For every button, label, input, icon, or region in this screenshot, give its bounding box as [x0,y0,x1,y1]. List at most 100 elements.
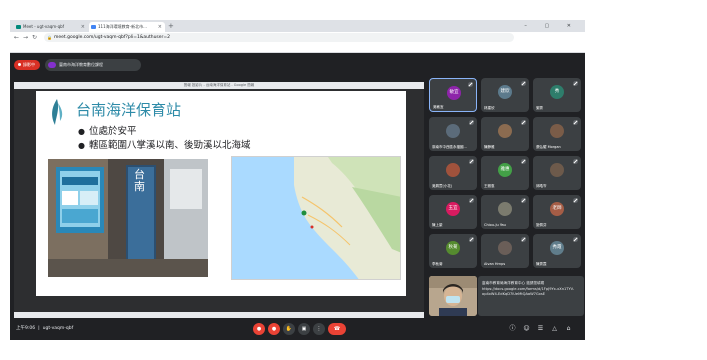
participant-tile[interactable]: 敏宜 吳敏宜 [429,78,477,112]
lock-icon: 🔒 [47,35,52,40]
address-bar[interactable]: 🔒 meet.google.com/ugt-vaqm-qbf?pli=1&aut… [44,33,514,42]
station-photo: 台南 [48,159,208,277]
bookmark-item[interactable]: Airtable [520,52,540,53]
bookmark-item[interactable]: 臺南市教育網... [373,52,404,53]
reload-icon[interactable]: ↻ [32,32,37,43]
recording-dot-icon [18,63,21,66]
recording-label: 錄影中 [23,62,35,67]
participant-tile[interactable]: 陳靜雅 [481,117,529,151]
mic-off-icon [468,82,473,87]
bookmark-item[interactable]: 縣市網路 [409,52,429,53]
meet-bottom-bar: 上午9:06 | ugt-vaqm-qbf ● ● ✋ ▣ ⋮ ☎ ⓘ ☺ ☰ △ … [10,318,585,340]
bookmark-item[interactable]: 臺南市政府資訊... [241,52,276,53]
new-tab-button[interactable]: + [168,20,174,32]
participant-tile[interactable]: 秀霞陳秀霞 [533,234,581,268]
live-label: 臺南市海洋教育數位課程 [59,62,103,67]
people-icon[interactable]: ☺ [522,324,531,333]
back-icon[interactable]: ← [14,32,19,43]
bookmark-item[interactable]: Free Google Slide... [435,52,476,53]
participant-name: 陳秀霞 [536,262,547,266]
browser-tab-strip: Meet - ugt-vaqm-qbf × 111海洋環境教育-新北市... ×… [10,20,585,32]
live-icon [48,62,56,68]
avatar: 老師 [550,202,564,216]
participant-tile[interactable]: 張弘耀 Morgan [533,117,581,151]
participant-tile[interactable]: 吳姵萱(小花) [429,156,477,190]
participant-tile[interactable]: Alvan Hrnps [481,234,529,268]
bookmark-item[interactable]: 高雄區第二分區... [159,52,194,53]
mic-off-icon [573,159,578,164]
participant-name: 陳靜雅 [484,145,495,149]
participant-tile[interactable]: 秀謝秀 [533,78,581,112]
presentation-area: 簡報 投影片 - 台南海洋保育站 - Google 簡報 台南海洋保育站 ● 位處… [14,82,424,320]
live-stream-badge[interactable]: 臺南市海洋教育數位課程 [45,59,141,71]
participant-tile[interactable]: 建欣 林建欣 [481,78,529,112]
bookmark-item[interactable]: Facebook [280,52,303,53]
bookmark-item[interactable]: 臺南市數位學習... [480,52,515,53]
bookmark-item[interactable]: Google 地圖 [84,52,111,53]
notification-text: 臺南市教育局海洋教育中心 邀請您填寫 https://docs.google.c… [482,281,575,296]
forms-favicon-icon [91,25,96,29]
avatar [550,163,564,177]
bookmark-item[interactable]: Sun ext - Yahoo... [199,52,236,53]
bookmark-item[interactable]: 臺南市政府教育... [308,52,343,53]
map-image [231,156,401,280]
browser-tab-forms[interactable]: 111海洋環境教育-新北市... × [89,22,165,32]
browser-tab-meet[interactable]: Meet - ugt-vaqm-qbf × [14,22,88,32]
bookmark-item[interactable]: 臺南市立鹽行國中... [116,52,154,53]
chat-icon[interactable]: ☰ [536,324,545,333]
participant-tile[interactable]: 玉宜 陳上豪 [429,195,477,229]
slide: 台南海洋保育站 ● 位處於安平 ● 轄區範圍八掌溪以南、後勁溪以北海域 台南 [36,91,406,296]
participant-tile[interactable]: 老師施佩芬 [533,195,581,229]
address-text: meet.google.com/ugt-vaqm-qbf?pli=1&authu… [54,35,171,40]
recording-badge: 錄影中 [14,60,40,70]
avatar: 秀霞 [550,241,564,255]
bookmarks-bar: 臺南市立鹽行國中... YouTube Google 地圖 臺南市立鹽行國中... 高雄… [10,43,585,53]
participant-name: 邱皓岑 [536,184,547,188]
host-controls-icon[interactable]: ⌂ [564,324,573,333]
chat-notification[interactable]: 臺南市教育局海洋教育中心 邀請您填寫 https://docs.google.c… [478,276,584,316]
bookmark-item[interactable]: 我的雲端 [348,52,368,53]
tab-label: Meet - ugt-vaqm-qbf [23,24,65,29]
meeting-code: ugt-vaqm-qbf [42,326,74,331]
mic-toggle-button[interactable]: ● [253,323,265,335]
close-icon[interactable]: × [158,22,162,32]
participant-tile[interactable]: 秋菊 李秋菊 [429,234,477,268]
mic-off-icon [573,198,578,203]
mic-off-icon [469,120,474,125]
mic-off-icon [469,159,474,164]
more-options-button[interactable]: ⋮ [313,323,325,335]
meeting-info: 上午9:06 | ugt-vaqm-qbf [16,326,74,331]
slide-bullet: ● 轄區範圍八掌溪以南、後勁溪以北海域 [78,140,251,151]
participant-tile[interactable]: Chiou-Ju Yau [481,195,529,229]
info-icon[interactable]: ⓘ [508,324,517,333]
avatar: 敏宜 [447,86,461,100]
camera-toggle-button[interactable]: ● [268,323,280,335]
avatar [498,124,512,138]
close-icon[interactable]: × [81,22,85,32]
mic-off-icon [469,237,474,242]
bullet-text: 位處於安平 [88,126,137,137]
bookmark-item[interactable]: YouTube [58,52,79,53]
participant-name: 施佩芬 [536,223,547,227]
participant-name: 王雅惠 [484,184,495,188]
participant-tile[interactable]: 雅惠王雅惠 [481,156,529,190]
participant-tile[interactable]: 邱皓岑 [533,156,581,190]
browser-toolbar: ← → ↻ 🔒 meet.google.com/ugt-vaqm-qbf?pli… [10,32,585,49]
mic-off-icon [521,81,526,86]
avatar [498,241,512,255]
bookmark-item[interactable]: 臺南市立鹽行國中... [15,52,53,53]
forward-icon[interactable]: → [23,32,28,43]
mic-off-icon [469,198,474,203]
tab-label: 111海洋環境教育-新北市... [98,24,147,29]
participant-name: 謝秀 [536,106,543,110]
participant-tile[interactable]: 臺南市中西區永福國... [429,117,477,151]
avatar: 雅惠 [498,163,512,177]
mic-off-icon [573,237,578,242]
avatar: 玉宜 [446,202,460,216]
activities-icon[interactable]: △ [550,324,559,333]
leave-call-button[interactable]: ☎ [328,323,346,335]
raise-hand-button[interactable]: ✋ [283,323,295,335]
self-view-tile [429,276,477,316]
present-button[interactable]: ▣ [298,323,310,335]
window-controls[interactable]: – ▢ ✕ [524,20,579,32]
